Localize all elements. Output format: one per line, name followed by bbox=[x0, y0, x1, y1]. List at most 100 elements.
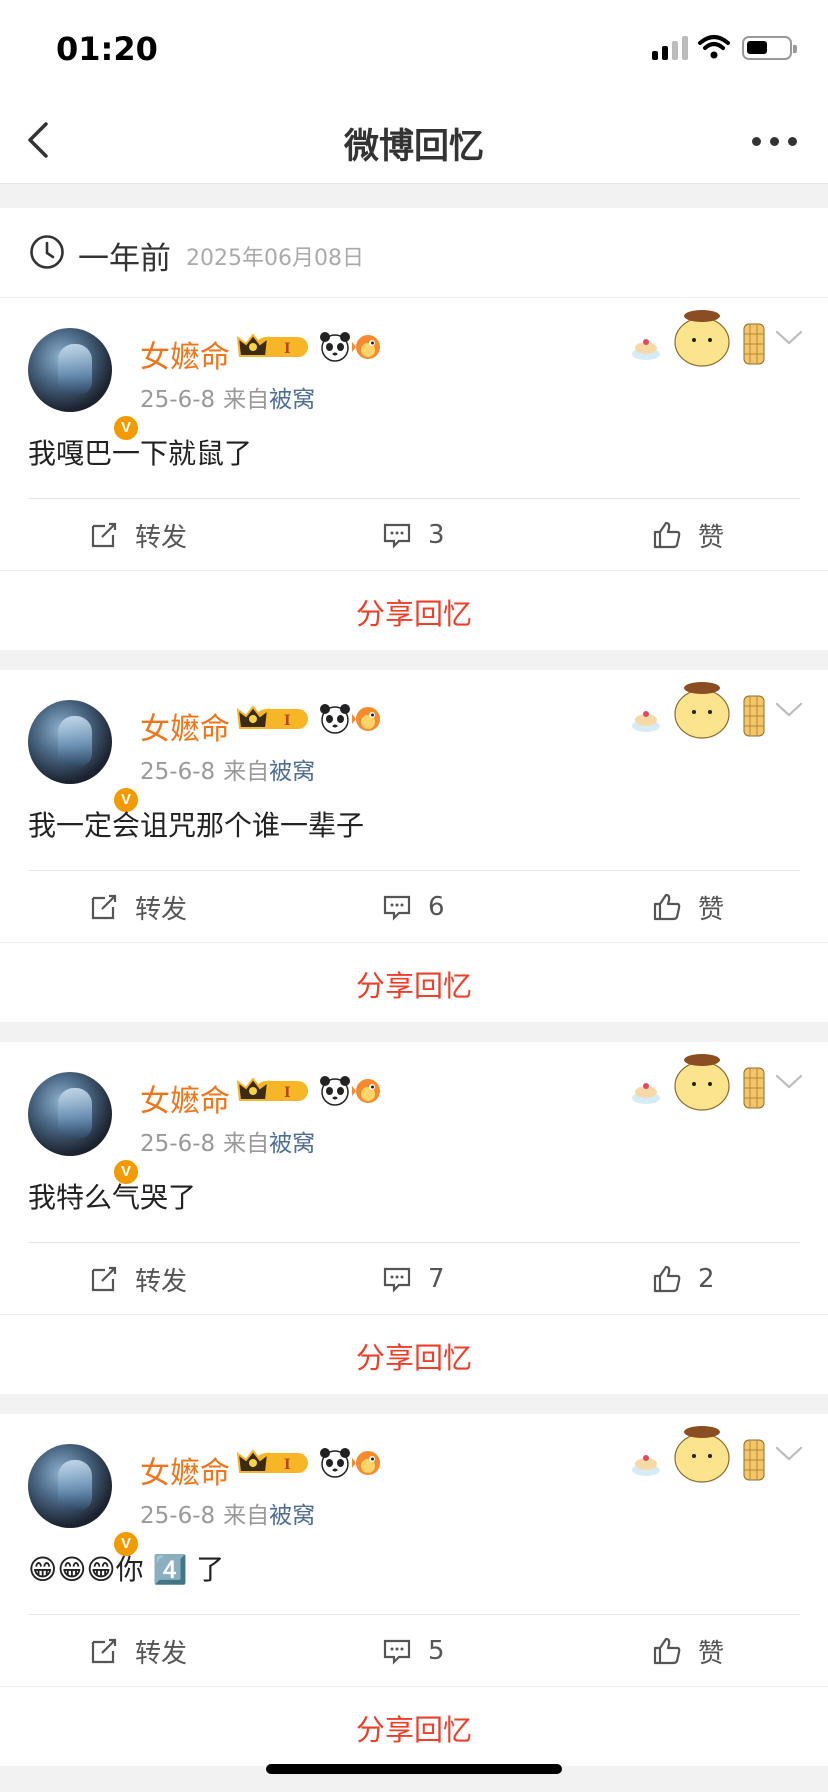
post-date: 25-6-8 bbox=[140, 387, 216, 413]
vip-crown-badge-icon[interactable]: I bbox=[236, 1076, 312, 1106]
like-label: 赞 bbox=[698, 1638, 725, 1669]
share-row: 分享回忆 bbox=[0, 1314, 828, 1394]
chevron-down-icon[interactable] bbox=[774, 1444, 804, 1464]
source-link[interactable]: 被窝 bbox=[269, 759, 315, 785]
repost-button[interactable]: 转发 bbox=[89, 1615, 187, 1687]
like-count: 2 bbox=[698, 1264, 715, 1294]
repost-button[interactable]: 转发 bbox=[89, 1243, 187, 1315]
like-button[interactable]: 2 bbox=[652, 1243, 715, 1315]
repost-label: 转发 bbox=[135, 1638, 188, 1669]
avatar[interactable]: V bbox=[28, 1444, 140, 1558]
post-meta: 25-6-8 来自被窝 bbox=[140, 1124, 315, 1158]
from-label: 来自 bbox=[223, 759, 270, 785]
post-actions: 转发 5 赞 bbox=[0, 1615, 828, 1687]
thumbs-up-icon bbox=[653, 1265, 681, 1293]
vip-crown-badge-icon[interactable]: I bbox=[236, 1448, 312, 1478]
avatar[interactable]: V bbox=[28, 700, 140, 814]
vip-crown-badge-icon[interactable]: I bbox=[236, 704, 312, 734]
svg-text:I: I bbox=[284, 1085, 291, 1101]
comment-button[interactable]: 7 bbox=[382, 1243, 445, 1315]
comment-icon bbox=[383, 1267, 411, 1293]
post-text: 我嘎巴一下就鼠了 bbox=[28, 437, 253, 470]
share-memory-button[interactable]: 分享回忆 bbox=[0, 1335, 828, 1377]
comment-button[interactable]: 3 bbox=[382, 499, 445, 571]
share-memory-button[interactable]: 分享回忆 bbox=[0, 591, 828, 633]
repost-label: 转发 bbox=[135, 1266, 188, 1297]
time-ago-label: 一年前 bbox=[78, 241, 171, 277]
share-memory-button[interactable]: 分享回忆 bbox=[0, 1707, 828, 1749]
from-label: 来自 bbox=[223, 1131, 270, 1157]
panda-icon bbox=[320, 1076, 350, 1106]
repost-label: 转发 bbox=[135, 894, 188, 925]
username[interactable]: 女嬷命 bbox=[140, 704, 230, 748]
thumbs-up-icon bbox=[653, 893, 681, 921]
comment-button[interactable]: 5 bbox=[382, 1615, 445, 1687]
chevron-down-icon[interactable] bbox=[774, 1072, 804, 1092]
username[interactable]: 女嬷命 bbox=[140, 1076, 230, 1120]
comment-count: 5 bbox=[428, 1636, 445, 1666]
like-button[interactable]: 赞 bbox=[652, 1615, 724, 1687]
pompompurin-decoration-icon bbox=[632, 310, 765, 367]
repost-button[interactable]: 转发 bbox=[89, 499, 187, 571]
page-title: 微博回忆 bbox=[343, 127, 484, 167]
post-meta: 25-6-8 来自被窝 bbox=[140, 380, 315, 414]
date-label: 2025年06月08日 bbox=[186, 246, 364, 271]
avatar[interactable]: V bbox=[28, 1072, 140, 1186]
battery-icon bbox=[742, 36, 797, 60]
post-actions: 转发 7 2 bbox=[0, 1243, 828, 1315]
from-label: 来自 bbox=[223, 1503, 270, 1529]
post-actions: 转发 3 赞 bbox=[0, 499, 828, 571]
post-text: 😁😁😁你 4️⃣ 了 bbox=[28, 1553, 225, 1586]
panda-icon bbox=[320, 704, 350, 734]
thumbs-up-icon bbox=[653, 521, 681, 549]
memory-post: V 女嬷命 I 25-6-8 来自被窝 bbox=[0, 670, 828, 1022]
chevron-down-icon[interactable] bbox=[774, 700, 804, 720]
repost-icon bbox=[91, 1638, 117, 1664]
like-button[interactable]: 赞 bbox=[652, 871, 724, 943]
thumbs-up-icon bbox=[653, 1637, 681, 1665]
pompompurin-decoration-icon bbox=[632, 682, 765, 739]
svg-text:I: I bbox=[284, 1457, 291, 1473]
chevron-down-icon[interactable] bbox=[774, 328, 804, 348]
comment-icon bbox=[383, 895, 411, 921]
repost-icon bbox=[91, 1266, 117, 1292]
source-link[interactable]: 被窝 bbox=[269, 1131, 315, 1157]
comment-count: 7 bbox=[428, 1264, 445, 1294]
clock-icon bbox=[30, 235, 64, 269]
comment-button[interactable]: 6 bbox=[382, 871, 445, 943]
status-time: 01:20 bbox=[56, 30, 158, 68]
pompompurin-decoration-icon bbox=[632, 1054, 765, 1111]
comment-count: 3 bbox=[428, 520, 445, 550]
post-text: 我特么气哭了 bbox=[28, 1181, 197, 1214]
pufferfish-icon bbox=[352, 335, 380, 359]
post-date: 25-6-8 bbox=[140, 759, 216, 785]
repost-button[interactable]: 转发 bbox=[89, 871, 187, 943]
like-button[interactable]: 赞 bbox=[652, 499, 724, 571]
share-memory-button[interactable]: 分享回忆 bbox=[0, 963, 828, 1005]
home-indicator[interactable] bbox=[266, 1764, 562, 1774]
panda-icon bbox=[320, 332, 350, 362]
svg-text:I: I bbox=[284, 713, 291, 729]
pufferfish-icon bbox=[352, 1451, 380, 1475]
pufferfish-icon bbox=[352, 1079, 380, 1103]
share-row: 分享回忆 bbox=[0, 942, 828, 1022]
like-label: 赞 bbox=[698, 894, 725, 925]
post-meta: 25-6-8 来自被窝 bbox=[140, 752, 315, 786]
date-header: 一年前 2025年06月08日 bbox=[0, 208, 828, 298]
wifi-icon bbox=[698, 35, 730, 59]
share-row: 分享回忆 bbox=[0, 570, 828, 650]
source-link[interactable]: 被窝 bbox=[269, 1503, 315, 1529]
vip-crown-badge-icon[interactable]: I bbox=[236, 332, 312, 362]
post-text: 我一定会诅咒那个谁一辈子 bbox=[28, 809, 365, 842]
more-options-icon[interactable] bbox=[750, 126, 800, 156]
repost-icon bbox=[91, 894, 117, 920]
avatar[interactable]: V bbox=[28, 328, 140, 442]
panda-icon bbox=[320, 1448, 350, 1478]
post-date: 25-6-8 bbox=[140, 1503, 216, 1529]
source-link[interactable]: 被窝 bbox=[269, 387, 315, 413]
username[interactable]: 女嬷命 bbox=[140, 1448, 230, 1492]
username[interactable]: 女嬷命 bbox=[140, 332, 230, 376]
post-date: 25-6-8 bbox=[140, 1131, 216, 1157]
memory-post: V 女嬷命 I 25-6-8 来自被窝 bbox=[0, 1042, 828, 1394]
post-meta: 25-6-8 来自被窝 bbox=[140, 1496, 315, 1530]
